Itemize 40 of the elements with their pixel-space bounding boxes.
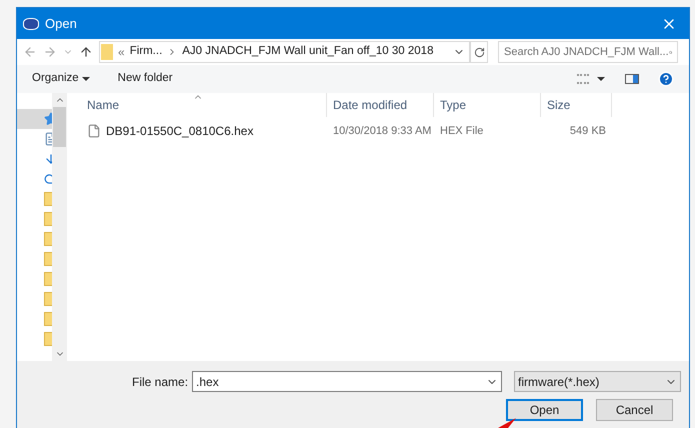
file-name-field[interactable]: .hex (192, 371, 502, 392)
new-folder-button[interactable]: New folder (118, 70, 173, 88)
app-icon (23, 18, 39, 30)
file-type-dropdown[interactable]: firmware(*.hex) (514, 371, 682, 392)
preview-pane-icon[interactable] (625, 74, 639, 84)
table-cell-text: HEX File (440, 124, 484, 139)
back-icon[interactable] (23, 45, 37, 59)
file-icon (87, 124, 101, 138)
view-icon[interactable] (577, 74, 589, 84)
caret-icon (82, 77, 90, 81)
table-cell-text: 10/30/2018 9:33 AM (333, 124, 432, 139)
column-header[interactable]: Type (434, 93, 541, 117)
refresh-button[interactable] (470, 41, 488, 63)
column-header[interactable]: Size (541, 93, 612, 117)
overflow-chevron[interactable]: « (118, 43, 125, 61)
search-placeholder: Search AJ0 JNADCH_FJM Wall... (504, 44, 669, 60)
column-header[interactable]: Name (81, 93, 327, 117)
table-cell-text: 549 KB (570, 124, 606, 139)
arrow-icon (498, 418, 516, 428)
scrollbar[interactable] (52, 93, 67, 361)
address-bar[interactable]: « Firm... AJ0 JNADCH_FJM Wall unit_Fan off_10 30 2018 (99, 41, 470, 63)
cancel-button[interactable]: Cancel (596, 399, 673, 421)
file-name-value: .hex (196, 374, 220, 390)
breadcrumb[interactable]: Firm... (130, 43, 162, 61)
open-button[interactable]: Open (506, 399, 583, 421)
window-title: Open (45, 14, 77, 33)
up-icon[interactable] (79, 45, 93, 59)
breadcrumb[interactable]: AJ0 JNADCH_FJM Wall unit_Fan off_10 30 2018 (182, 43, 434, 61)
file-name-label: File name: (132, 374, 188, 390)
scroll-thumb (53, 107, 66, 147)
forward-icon[interactable] (43, 45, 57, 59)
caret-icon[interactable] (597, 77, 605, 81)
help-icon[interactable] (658, 71, 674, 87)
search-field[interactable]: Search AJ0 JNADCH_FJM Wall... (498, 41, 678, 63)
column-header[interactable]: Date modified (327, 93, 434, 117)
organize-menu[interactable]: Organize (32, 70, 90, 88)
folder-icon (101, 44, 113, 60)
table-cell[interactable]: DB91-01550C_0810C6.hex (106, 122, 254, 140)
refresh-icon (474, 46, 484, 58)
nav-pane-item[interactable] (17, 109, 52, 129)
